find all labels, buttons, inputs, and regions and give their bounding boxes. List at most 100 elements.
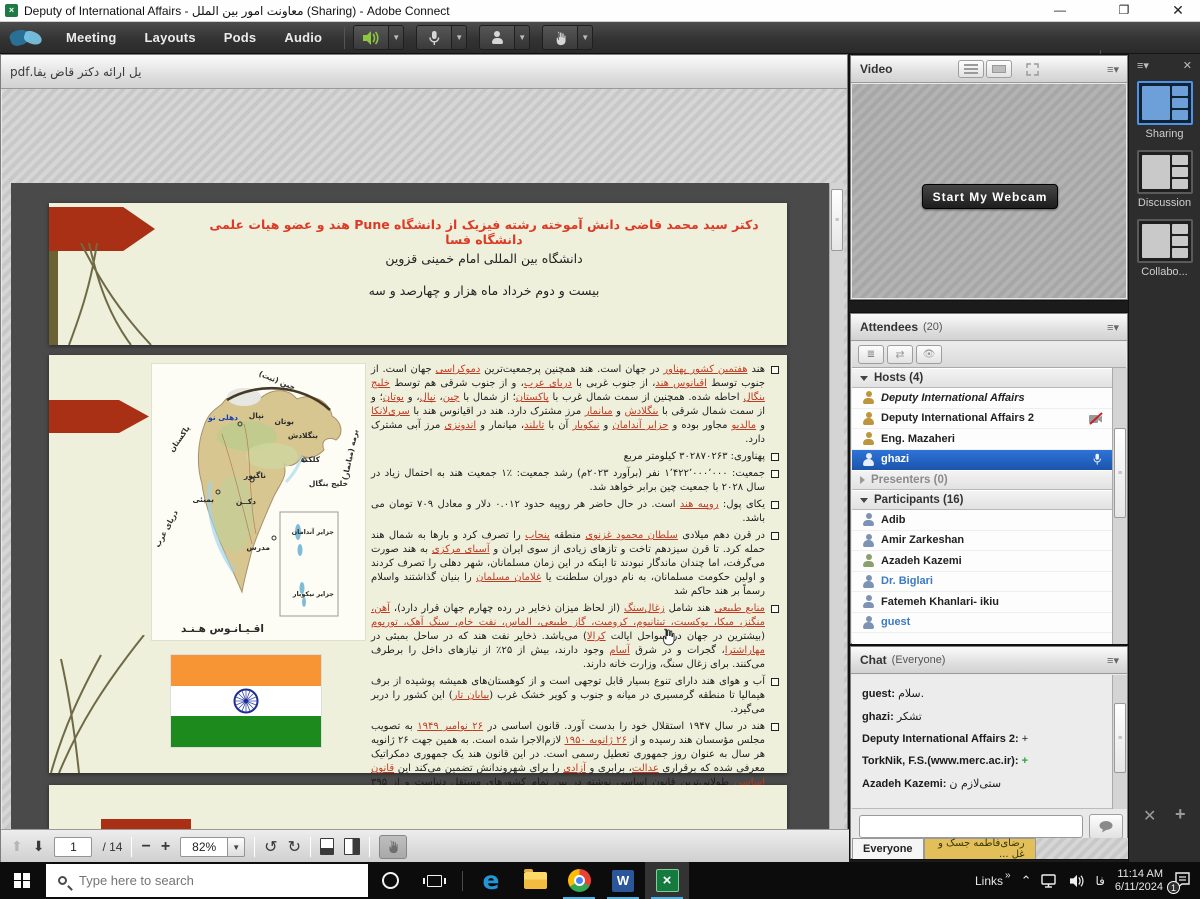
map-label-madras: مدرس	[246, 543, 270, 552]
attendee-row[interactable]: Amir Zarkeshan	[852, 531, 1112, 552]
layouts-menu-icon[interactable]: ≡▾	[1137, 59, 1149, 72]
hosts-group-header[interactable]: Hosts (4)	[852, 368, 1112, 388]
links-toolbar[interactable]: Links »	[975, 874, 1011, 888]
participant-icon	[862, 575, 875, 588]
webcam-dropdown[interactable]: ▼	[515, 25, 530, 50]
cortana-button[interactable]	[368, 862, 412, 899]
send-message-button[interactable]	[1089, 814, 1123, 839]
layout-discussion-thumbnail[interactable]	[1137, 150, 1193, 194]
tray-expand-icon[interactable]: ⌃	[1021, 873, 1032, 889]
video-fullscreen-button[interactable]	[1020, 60, 1044, 78]
layout-add-icon[interactable]: +	[1175, 804, 1186, 825]
participant-icon	[862, 616, 875, 629]
attendee-row[interactable]: guest	[852, 613, 1112, 634]
fit-width-button[interactable]	[344, 838, 360, 855]
chat-pod-menu-icon[interactable]: ≡▾	[1107, 654, 1119, 667]
taskbar-search[interactable]	[46, 864, 368, 897]
ashoka-chakra-icon	[232, 687, 260, 715]
attendee-row[interactable]: Deputy International Affairs	[852, 388, 1112, 409]
attendee-row-selected[interactable]: ghazi	[852, 450, 1112, 471]
zoom-out-button[interactable]: −	[141, 838, 150, 856]
attendee-row[interactable]: Fatemeh Khanlari- ikiu	[852, 592, 1112, 613]
attendee-list-view-button[interactable]: ≣	[858, 345, 884, 364]
fit-page-button[interactable]	[320, 838, 334, 855]
chat-message: Azadeh Kazemi: ستی‌لازم ن	[862, 777, 1102, 790]
participants-group-header[interactable]: Participants (16)	[852, 490, 1112, 510]
webcam-button[interactable]	[479, 25, 515, 50]
status-button[interactable]	[542, 25, 578, 50]
volume-icon[interactable]	[1069, 874, 1085, 888]
task-view-button[interactable]	[412, 862, 456, 899]
attendees-scrollbar[interactable]: ≡	[1112, 368, 1127, 644]
minimize-button[interactable]: —	[1038, 0, 1082, 22]
slide2-bullet: یکای پول: روپیه هند است. در حال حاضر هر …	[371, 498, 779, 526]
attendee-row[interactable]: Eng. Mazaheri	[852, 429, 1112, 450]
layouts-close-icon[interactable]: ✕	[1183, 59, 1192, 72]
chat-input[interactable]	[859, 815, 1083, 838]
restore-button[interactable]: ❐	[1102, 0, 1146, 22]
breakout-view-button[interactable]: ⇄	[887, 345, 913, 364]
document-viewer[interactable]: دکتر سید محمد قاضی دانش آموخته رشته فیزی…	[11, 183, 844, 848]
presenters-group-header[interactable]: Presenters (0)	[852, 470, 1112, 490]
keyboard-language-indicator[interactable]: فا	[1095, 874, 1104, 888]
zoom-dropdown-icon[interactable]: ▼	[228, 837, 245, 857]
menu-layouts[interactable]: Layouts	[131, 30, 210, 45]
word-button[interactable]: W	[601, 862, 645, 899]
layout-collaboration-thumbnail[interactable]	[1137, 219, 1193, 263]
close-button[interactable]: ✕	[1156, 0, 1200, 22]
layout-delete-icon[interactable]: ✕	[1143, 806, 1156, 826]
menu-meeting[interactable]: Meeting	[52, 30, 131, 45]
layout-sharing-thumbnail[interactable]	[1137, 81, 1193, 125]
menu-pods[interactable]: Pods	[210, 30, 271, 45]
attendee-status-view-button[interactable]: 👁	[916, 345, 942, 364]
zoom-level-select[interactable]: 82% ▼	[180, 837, 245, 857]
attendee-row[interactable]: Deputy International Affairs 2	[852, 409, 1112, 430]
links-overflow-icon[interactable]: »	[1005, 870, 1011, 881]
attendees-pod-menu-icon[interactable]: ≡▾	[1107, 321, 1119, 334]
page-number-input[interactable]	[54, 837, 92, 857]
network-icon[interactable]	[1041, 874, 1059, 888]
chat-scrollbar-thumb[interactable]: ≡	[1114, 703, 1126, 773]
video-pod-menu-icon[interactable]: ≡▾	[1107, 63, 1119, 76]
status-dropdown[interactable]: ▼	[578, 25, 593, 50]
page-up-button[interactable]: ⬆	[11, 838, 23, 855]
adobe-connect-taskbar-button[interactable]: ×	[645, 862, 689, 899]
links-label[interactable]: Links	[975, 874, 1003, 888]
document-scrollbar[interactable]: ≡	[829, 183, 844, 848]
filmstrip-view-button[interactable]	[986, 60, 1012, 78]
speaker-button[interactable]	[353, 25, 389, 50]
attendee-row[interactable]: Azadeh Kazemi	[852, 551, 1112, 572]
start-webcam-button[interactable]: Start My Webcam	[922, 184, 1058, 209]
page-total-label: / 14	[102, 840, 122, 854]
cortana-icon	[382, 872, 399, 889]
map-label-burma: برمه (میانمار)	[340, 428, 360, 481]
menu-audio[interactable]: Audio	[270, 30, 336, 45]
rotate-right-button[interactable]: ↻	[288, 837, 301, 857]
speaker-dropdown[interactable]: ▼	[389, 25, 404, 50]
document-scrollbar-thumb[interactable]: ≡	[831, 189, 843, 251]
taskbar-clock[interactable]: 11:14 AM 6/11/2024	[1115, 868, 1163, 894]
video-pod-header: Video ≡▾	[851, 56, 1127, 83]
microphone-dropdown[interactable]: ▼	[452, 25, 467, 50]
attendee-row[interactable]: Adib	[852, 510, 1112, 531]
zoom-in-button[interactable]: +	[161, 838, 170, 856]
rotate-left-button[interactable]: ↺	[264, 837, 277, 857]
file-explorer-button[interactable]	[513, 862, 557, 899]
search-input[interactable]	[77, 872, 317, 889]
microphone-active-icon[interactable]	[1091, 452, 1103, 466]
action-center-button[interactable]: 1	[1173, 871, 1192, 891]
microphone-button[interactable]	[416, 25, 452, 50]
chrome-button[interactable]	[557, 862, 601, 899]
chat-tab-everyone[interactable]: Everyone	[852, 838, 924, 859]
page-down-button[interactable]: ⬇	[33, 838, 45, 855]
start-button[interactable]	[0, 862, 44, 899]
attendees-scrollbar-thumb[interactable]: ≡	[1114, 428, 1126, 518]
hand-cursor	[659, 627, 676, 646]
pan-tool-button[interactable]	[379, 835, 407, 859]
chat-scrollbar[interactable]: ≡	[1112, 675, 1127, 809]
grid-view-button[interactable]	[958, 60, 984, 78]
edge-button[interactable]: e	[469, 862, 513, 899]
chat-tab-private[interactable]: رضای‌فاطمه جسک و غل ...	[924, 838, 1036, 859]
attendee-row[interactable]: Dr. Biglari	[852, 572, 1112, 593]
chat-message-area[interactable]: guest: سلام. ghazi: تشکر Deputy Internat…	[852, 675, 1112, 809]
